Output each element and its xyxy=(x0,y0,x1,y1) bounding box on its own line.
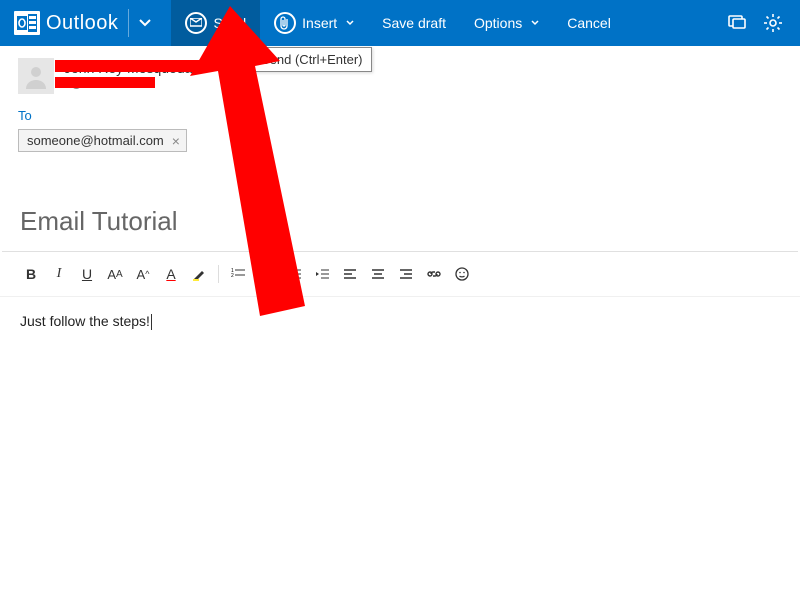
message-body[interactable]: Just follow the steps! xyxy=(0,297,800,346)
send-tooltip: Send (Ctrl+Enter) xyxy=(252,47,372,72)
options-button[interactable]: Options xyxy=(460,0,553,46)
divider xyxy=(128,9,129,37)
chevron-down-icon xyxy=(346,18,354,29)
cancel-label: Cancel xyxy=(567,15,611,31)
bullet-list-button[interactable] xyxy=(253,262,279,286)
align-center-button[interactable] xyxy=(365,262,391,286)
avatar xyxy=(18,58,54,94)
superscript-button[interactable]: A^ xyxy=(130,262,156,286)
underline-button[interactable]: U xyxy=(74,262,100,286)
subject-row xyxy=(2,182,798,252)
topbar-right xyxy=(728,14,800,32)
compose-actions: Send Insert Save draft Options Cancel xyxy=(171,0,624,46)
font-size-button[interactable]: AA xyxy=(102,262,128,286)
bold-button[interactable]: B xyxy=(18,262,44,286)
insert-label: Insert xyxy=(302,15,337,31)
subject-input[interactable] xyxy=(20,206,780,237)
sender-row: John Rey Mosqueda a@hotmail.com xyxy=(0,46,800,104)
send-icon xyxy=(185,12,207,34)
italic-button[interactable]: I xyxy=(46,262,72,286)
chat-icon[interactable] xyxy=(728,14,746,32)
save-draft-label: Save draft xyxy=(382,15,446,31)
outdent-button[interactable] xyxy=(281,262,307,286)
to-field: To someone@hotmail.com × xyxy=(0,104,800,162)
outlook-logo-icon xyxy=(14,11,40,35)
indent-button[interactable] xyxy=(309,262,335,286)
to-label[interactable]: To xyxy=(18,108,782,123)
remove-recipient-icon[interactable]: × xyxy=(172,134,180,148)
separator xyxy=(218,265,219,283)
highlight-button[interactable] xyxy=(186,262,212,286)
emoji-button[interactable] xyxy=(449,262,475,286)
send-label: Send xyxy=(213,15,246,31)
recipient-chip[interactable]: someone@hotmail.com × xyxy=(18,129,187,152)
redaction-bar xyxy=(55,60,200,72)
send-button[interactable]: Send xyxy=(171,0,260,46)
align-left-button[interactable] xyxy=(337,262,363,286)
save-draft-button[interactable]: Save draft xyxy=(368,0,460,46)
brand-menu-caret-icon[interactable] xyxy=(139,16,151,30)
insert-button[interactable]: Insert xyxy=(260,0,368,46)
redaction-bar xyxy=(55,77,155,88)
chevron-down-icon xyxy=(531,18,539,29)
app-topbar: Outlook Send Insert Save draft Options xyxy=(0,0,800,46)
brand-name: Outlook xyxy=(46,12,118,35)
link-button[interactable] xyxy=(421,262,447,286)
format-toolbar: B I U AA A^ A 12 xyxy=(0,252,800,297)
recipient-address: someone@hotmail.com xyxy=(27,133,164,148)
font-color-button[interactable]: A xyxy=(158,262,184,286)
options-label: Options xyxy=(474,15,522,31)
cancel-button[interactable]: Cancel xyxy=(553,0,625,46)
number-list-button[interactable]: 12 xyxy=(225,262,251,286)
body-text: Just follow the steps! xyxy=(20,313,152,329)
attachment-icon xyxy=(274,12,296,34)
align-right-button[interactable] xyxy=(393,262,419,286)
brand-area[interactable]: Outlook xyxy=(0,0,159,46)
gear-icon[interactable] xyxy=(764,14,782,32)
svg-text:2: 2 xyxy=(231,273,234,279)
